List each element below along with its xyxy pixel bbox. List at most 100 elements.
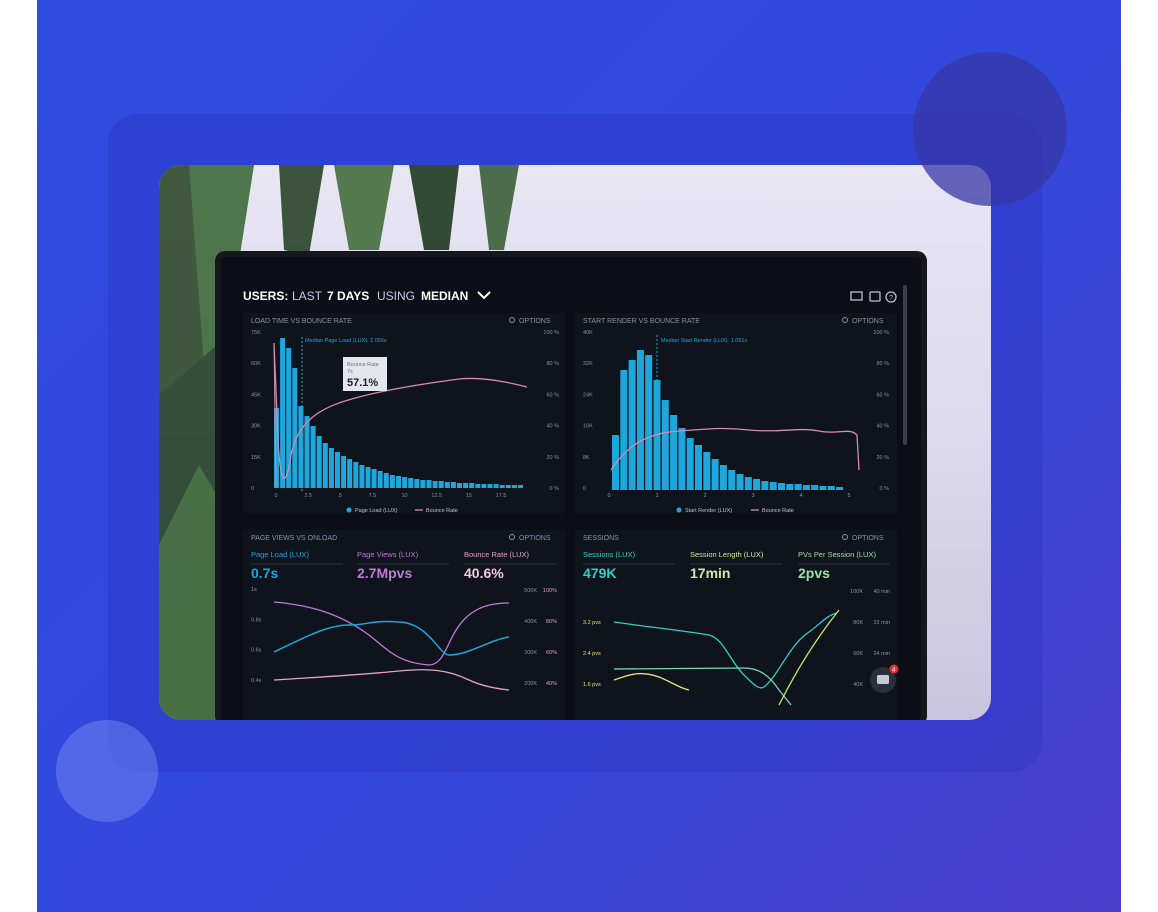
- histogram-bar: [353, 462, 359, 488]
- panel2-options[interactable]: OPTIONS: [852, 318, 884, 325]
- histogram-bar: [365, 467, 371, 488]
- histogram-bar: [371, 469, 377, 488]
- title-users: USERS:: [243, 289, 288, 303]
- histogram-bar: [457, 483, 462, 488]
- panel-sessions: SESSIONS OPTIONS Sessions (LUX) 479K Ses…: [575, 530, 897, 720]
- panel2-median-label: Median Start Render (LUX): 1.051s: [661, 338, 747, 344]
- axis-tick-label: 60K: [853, 651, 863, 657]
- axis-tick-label: 30K: [251, 424, 261, 430]
- axis-tick-label: 0 %: [880, 486, 890, 492]
- axis-tick-label: 1: [655, 493, 658, 499]
- axis-tick-label: 80K: [853, 620, 863, 626]
- axis-tick-label: 0: [251, 486, 254, 492]
- panel1-options[interactable]: OPTIONS: [519, 318, 551, 325]
- histogram-bar: [794, 484, 802, 490]
- histogram-bar: [505, 485, 511, 488]
- panel1-median-label: Median Page Load (LUX): 2.056s: [305, 338, 387, 344]
- histogram-bar: [645, 355, 653, 490]
- histogram-bar: [341, 456, 347, 488]
- panel3-options[interactable]: OPTIONS: [519, 535, 551, 542]
- axis-tick-label: 60%: [546, 650, 557, 656]
- decorative-circle-top-right: [913, 52, 1067, 206]
- axis-tick-label: 5: [339, 493, 342, 499]
- metric-value: 0.7s: [251, 565, 278, 581]
- metric-value: 17min: [690, 565, 730, 581]
- axis-tick-label: 10: [402, 493, 408, 499]
- axis-tick-label: 16K: [583, 424, 593, 430]
- histogram-bar: [493, 484, 499, 488]
- panel-page-views: PAGE VIEWS VS ONLOAD OPTIONS Page Load (…: [243, 530, 565, 720]
- axis-tick-label: 5: [847, 493, 850, 499]
- dashboard-photo: USERS: LAST 7 DAYS USING MEDIAN ? LOAD T…: [159, 165, 991, 720]
- axis-tick-label: 1s: [251, 587, 257, 593]
- scrollbar[interactable]: [903, 285, 907, 445]
- tooltip-label: Bounce Rate: [347, 362, 379, 368]
- histogram-bar: [377, 471, 383, 488]
- histogram-bar: [761, 481, 769, 490]
- histogram-bar: [438, 481, 444, 488]
- panel2-legend-bounce: Bounce Rate: [762, 508, 794, 514]
- histogram-bar: [389, 475, 395, 488]
- axis-tick-label: 20 %: [546, 455, 559, 461]
- axis-tick-label: 100K: [850, 589, 863, 595]
- histogram-bar: [432, 481, 438, 488]
- axis-tick-label: 20 %: [876, 455, 889, 461]
- axis-tick-label: 2.4 pvs: [583, 651, 601, 657]
- histogram-bar: [802, 485, 810, 490]
- histogram-bar: [408, 478, 414, 488]
- axis-tick-label: 1.6 pvs: [583, 682, 601, 688]
- background: USERS: LAST 7 DAYS USING MEDIAN ? LOAD T…: [37, 0, 1121, 912]
- histogram-bar: [811, 485, 819, 490]
- axis-tick-label: 15K: [251, 455, 261, 461]
- panel1-title: LOAD TIME VS BOUNCE RATE: [251, 318, 352, 325]
- axis-tick-label: 0: [583, 486, 586, 492]
- histogram-bar: [328, 448, 334, 488]
- title-median[interactable]: MEDIAN: [421, 289, 468, 303]
- panel-load-time: LOAD TIME VS BOUNCE RATE OPTIONS 75K 60K 4…: [243, 313, 565, 514]
- histogram-bar: [703, 452, 711, 490]
- metric-label: Sessions (LUX): [583, 550, 636, 559]
- histogram-bar: [836, 487, 844, 490]
- axis-tick-label: 7.5: [369, 493, 377, 499]
- axis-tick-label: 12.5: [431, 493, 442, 499]
- histogram-bar: [819, 486, 827, 490]
- histogram-bar: [678, 428, 686, 490]
- panel4-title: SESSIONS: [583, 535, 619, 542]
- metric-label: Page Load (LUX): [251, 550, 309, 559]
- axis-tick-label: 17.5: [496, 493, 507, 499]
- histogram-bar: [670, 415, 678, 490]
- metric-label: Session Length (LUX): [690, 550, 764, 559]
- metric-label: Bounce Rate (LUX): [464, 550, 530, 559]
- axis-tick-label: 200K: [524, 681, 537, 687]
- tooltip-value: 57.1%: [347, 377, 378, 389]
- panel4-options[interactable]: OPTIONS: [852, 535, 884, 542]
- axis-tick-label: 500K: [524, 588, 537, 594]
- histogram-bar: [414, 479, 420, 488]
- axis-tick-label: 15: [466, 493, 472, 499]
- histogram-bar: [469, 483, 475, 488]
- axis-tick-label: 4: [799, 493, 802, 499]
- title-last: LAST: [292, 289, 323, 303]
- axis-tick-label: 32K: [583, 361, 593, 367]
- axis-tick-label: 3: [751, 493, 754, 499]
- metric-value: 2pvs: [798, 565, 830, 581]
- metric-label: Page Views (LUX): [357, 550, 419, 559]
- histogram-bar: [628, 360, 636, 490]
- histogram-bar: [511, 485, 517, 488]
- metric-value: 2.7Mpvs: [357, 565, 412, 581]
- chat-icon: [877, 675, 889, 684]
- histogram-bar: [347, 459, 353, 488]
- histogram-bar: [280, 338, 286, 488]
- histogram-bar: [450, 482, 456, 488]
- axis-tick-label: 80 %: [546, 361, 559, 367]
- panel1-legend-bounce: Bounce Rate: [426, 508, 458, 514]
- axis-tick-label: 80 %: [876, 361, 889, 367]
- axis-tick-label: 60K: [251, 361, 261, 367]
- axis-tick-label: 0: [607, 493, 610, 499]
- histogram-bar: [316, 436, 322, 488]
- axis-tick-label: 2: [703, 493, 706, 499]
- histogram-bar: [686, 438, 694, 490]
- histogram-bar: [786, 484, 794, 490]
- histogram-bar: [612, 435, 619, 490]
- histogram-bar: [420, 480, 426, 488]
